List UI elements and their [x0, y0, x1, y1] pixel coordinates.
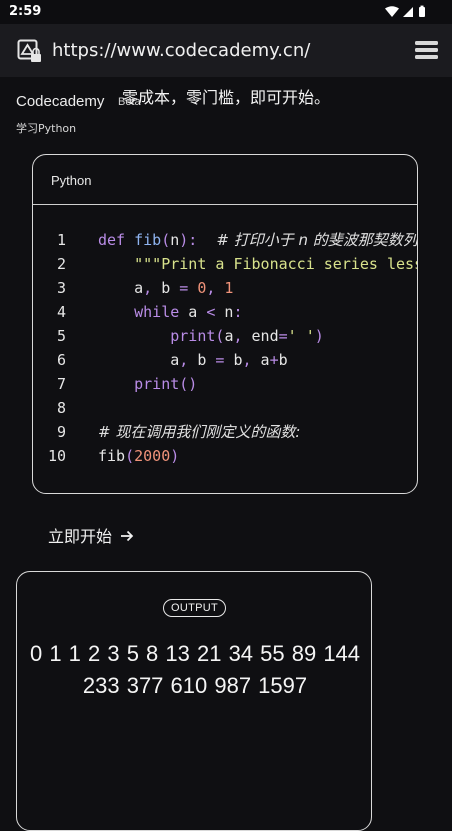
line-number: 4 — [56, 303, 66, 321]
code-token: , — [143, 279, 153, 297]
code-line: 3 a, b = 0, 1 — [33, 276, 417, 300]
status-bar: 2:59 — [0, 0, 452, 24]
code-token: a — [98, 279, 144, 297]
output-text: 0 1 1 2 3 5 8 13 21 34 55 89 144 233 377… — [29, 641, 361, 698]
code-token: a — [98, 351, 180, 369]
line-number: 5 — [56, 327, 66, 345]
code-token: print — [134, 375, 180, 393]
tagline: 零成本，零门槛，即可开始。 — [122, 88, 331, 107]
tabs-menu-icon[interactable] — [414, 40, 439, 60]
page-subtitle: 学习Python — [16, 122, 77, 135]
code-token: def — [98, 231, 135, 249]
code-text: print(a, end=' ') — [98, 324, 324, 348]
code-token: , — [242, 351, 252, 369]
code-text: while a < n: — [98, 300, 243, 324]
code-line: 4 while a < n: — [33, 300, 417, 324]
code-line: 1 def fib(n): # 打印小于 n 的斐波那契数列 — [33, 228, 417, 252]
line-number: 2 — [56, 255, 66, 273]
code-text: a, b = 0, 1 — [98, 276, 233, 300]
line-number: 1 — [56, 231, 66, 249]
code-language-label: Python — [51, 173, 92, 188]
code-token: n — [170, 231, 180, 249]
code-text: def fib(n): # 打印小于 n 的斐波那契数列 — [98, 228, 418, 252]
code-text: a, b = b, a+b — [98, 348, 288, 372]
code-line: 9 # 现在调用我们刚定义的函数: — [33, 420, 417, 444]
code-text: """Print a Fibonacci series less than n.… — [98, 252, 417, 276]
get-started-link[interactable]: 立即开始 — [48, 523, 134, 547]
code-token: = — [179, 279, 189, 297]
code-token: b — [224, 351, 243, 369]
code-card: Python 1 def fib(n): # 打印小于 n 的斐波那契数列 2 ""… — [32, 154, 418, 494]
output-badge: OUTPUT — [163, 599, 227, 617]
output-card: OUTPUT 0 1 1 2 3 5 8 13 21 34 55 89 144 … — [16, 571, 372, 831]
code-line: 6 a, b = b, a+b — [33, 348, 417, 372]
battery-icon — [419, 5, 425, 17]
page-content: Codecademy Beta 零成本，零门槛，即可开始。 学习Python P… — [0, 77, 452, 831]
code-token: # 打印小于 n 的斐波那契数列 — [197, 231, 418, 249]
code-line: 7 print() — [33, 372, 417, 396]
code-token: = — [278, 327, 288, 345]
code-token: ) — [314, 327, 324, 345]
code-token: b — [278, 351, 288, 369]
site-info-icon[interactable] — [17, 39, 43, 65]
code-token: n — [215, 303, 234, 321]
code-token: 0 — [188, 279, 207, 297]
code-token: """Print a Fibonacci series less than n.… — [134, 255, 417, 273]
line-number: 9 — [56, 423, 66, 441]
line-number: 6 — [56, 351, 66, 369]
brand-logo[interactable]: Codecademy — [16, 93, 104, 110]
get-started-label: 立即开始 — [48, 527, 113, 546]
code-line: 2 """Print a Fibonacci series less than … — [33, 252, 417, 276]
line-number: 10 — [47, 447, 66, 465]
code-line: 5 print(a, end=' ') — [33, 324, 417, 348]
signal-icon — [403, 7, 413, 17]
code-token: ( — [161, 231, 171, 249]
code-token: , — [233, 327, 243, 345]
code-block: 1 def fib(n): # 打印小于 n 的斐波那契数列 2 """Print … — [33, 228, 417, 468]
code-token: fib — [98, 447, 126, 465]
arrow-right-icon — [121, 530, 134, 542]
wifi-icon — [385, 6, 399, 17]
status-icons — [385, 5, 425, 17]
code-token: ) — [170, 447, 180, 465]
code-token: ( — [125, 447, 135, 465]
code-line: 10 fib(2000) — [33, 444, 417, 468]
code-token: + — [269, 351, 279, 369]
code-divider — [33, 204, 417, 205]
status-time: 2:59 — [9, 4, 42, 19]
code-token: a — [251, 351, 270, 369]
code-token: fib — [134, 231, 162, 249]
code-token: ): — [179, 231, 198, 249]
code-token: () — [179, 375, 198, 393]
code-text: fib(2000) — [98, 444, 179, 468]
url-field[interactable]: https://www.codecademy.cn/ — [52, 40, 310, 61]
line-number: 3 — [56, 279, 66, 297]
code-token: : — [233, 303, 243, 321]
line-number: 7 — [56, 375, 66, 393]
code-token: b — [188, 351, 216, 369]
browser-url-bar: https://www.codecademy.cn/ — [0, 24, 452, 77]
code-line: 8 — [33, 396, 417, 420]
code-token: a — [179, 303, 207, 321]
line-number: 8 — [56, 399, 66, 417]
code-token: 2000 — [134, 447, 171, 465]
code-text: print() — [98, 372, 197, 396]
code-token: # 现在调用我们刚定义的函数: — [98, 423, 301, 441]
code-token: b — [152, 279, 180, 297]
code-token: , — [179, 351, 189, 369]
code-text: # 现在调用我们刚定义的函数: — [98, 420, 300, 444]
code-token: end — [242, 327, 279, 345]
code-token: while — [134, 303, 180, 321]
code-token: ' ' — [287, 327, 315, 345]
code-token: print — [170, 327, 216, 345]
code-token: 1 — [215, 279, 234, 297]
